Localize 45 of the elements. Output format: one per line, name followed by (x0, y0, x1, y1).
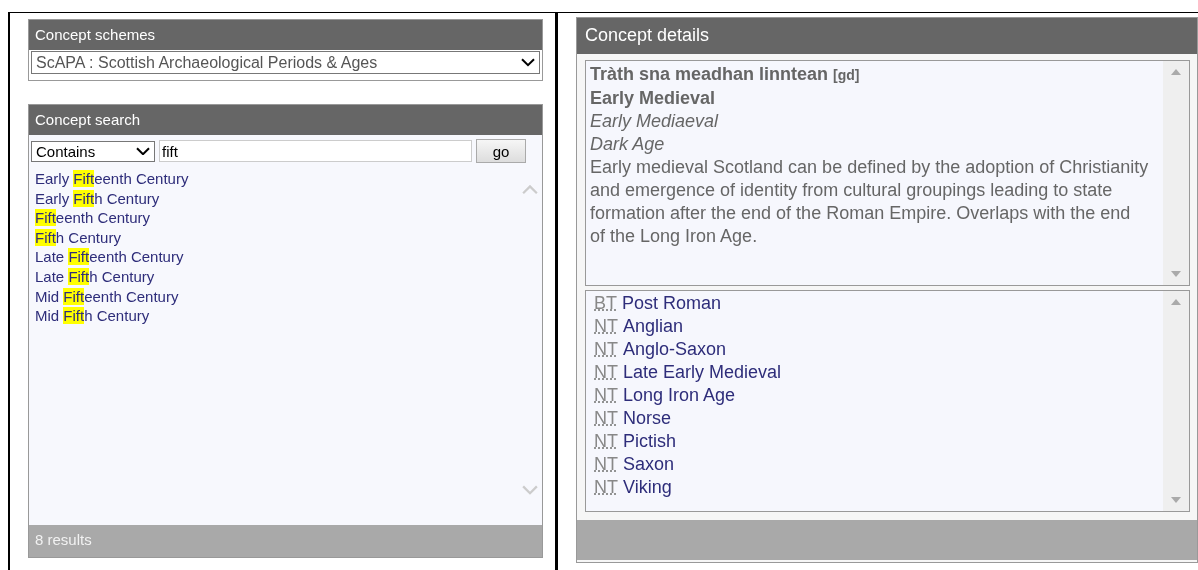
concept-label: Tràth sna meadhan linntean [gd] (590, 63, 861, 86)
scroll-down-icon[interactable] (1171, 497, 1181, 503)
result-link[interactable]: Early Fifth Century (35, 188, 160, 209)
match-mode-select[interactable]: Contains (31, 140, 155, 162)
relation-type: NT (594, 476, 618, 499)
related-concept-link[interactable]: Pictish (623, 430, 676, 453)
result-link[interactable]: Early Fifteenth Century (35, 169, 189, 189)
result-link[interactable]: Late Fifteenth Century (35, 247, 184, 267)
relation-type: NT (594, 430, 618, 453)
related-concept-link[interactable]: Long Iron Age (623, 384, 736, 407)
result-link[interactable]: Mid Fifteenth Century (35, 286, 179, 307)
scheme-select[interactable]: ScAPA : Scottish Archaeological Periods & Ages (31, 51, 540, 74)
search-field[interactable]: fift (159, 140, 472, 162)
go-button[interactable]: go (476, 139, 526, 163)
related-concept-link[interactable]: Viking (623, 476, 672, 499)
definition-text: Early medieval Scotland can be defined by the adoption of Christianity and emergence of identity from cultural groupings leading to state formation after the end of the Roman Empire. Overlaps with the end of the Long Iron Age. (590, 156, 1150, 248)
relation-type: NT (594, 407, 618, 430)
alternative-label: Early Mediaeval (590, 110, 720, 133)
related-concept-link[interactable]: Post Roman (622, 292, 722, 315)
related-concept-link[interactable]: Anglian (623, 315, 684, 338)
related-concept-link[interactable]: Norse (623, 407, 671, 430)
relation-type: BT (594, 292, 617, 315)
scroll-up-icon[interactable] (1171, 69, 1181, 75)
related-concept-link[interactable]: Anglo-Saxon (623, 338, 727, 361)
result-link[interactable]: Late Fifth Century (35, 266, 155, 287)
related-concept-link[interactable]: Saxon (623, 453, 675, 476)
panel-title: Concept search (29, 105, 542, 135)
scroll-down-icon[interactable] (1171, 271, 1181, 277)
relation-type: NT (594, 361, 618, 384)
scroll-down-icon (522, 485, 538, 495)
relation-type: NT (594, 453, 618, 476)
alternative-label: Dark Age (590, 133, 666, 156)
panel-title: Concept details (577, 18, 1197, 54)
relation-type: NT (594, 384, 618, 407)
panel-title: Concept schemes (29, 20, 542, 50)
relation-type: NT (594, 315, 618, 338)
scroll-up-icon[interactable] (1171, 299, 1181, 305)
scroll-up-icon (522, 185, 538, 195)
result-link[interactable]: Mid Fifth Century (35, 306, 150, 326)
preferred-label: Early Medieval (590, 87, 717, 110)
relation-type: NT (594, 338, 618, 361)
related-concept-link[interactable]: Late Early Medieval (623, 361, 782, 384)
result-count: 8 results (29, 525, 542, 557)
chevron-down-icon (136, 146, 150, 156)
chevron-down-icon (521, 58, 535, 67)
